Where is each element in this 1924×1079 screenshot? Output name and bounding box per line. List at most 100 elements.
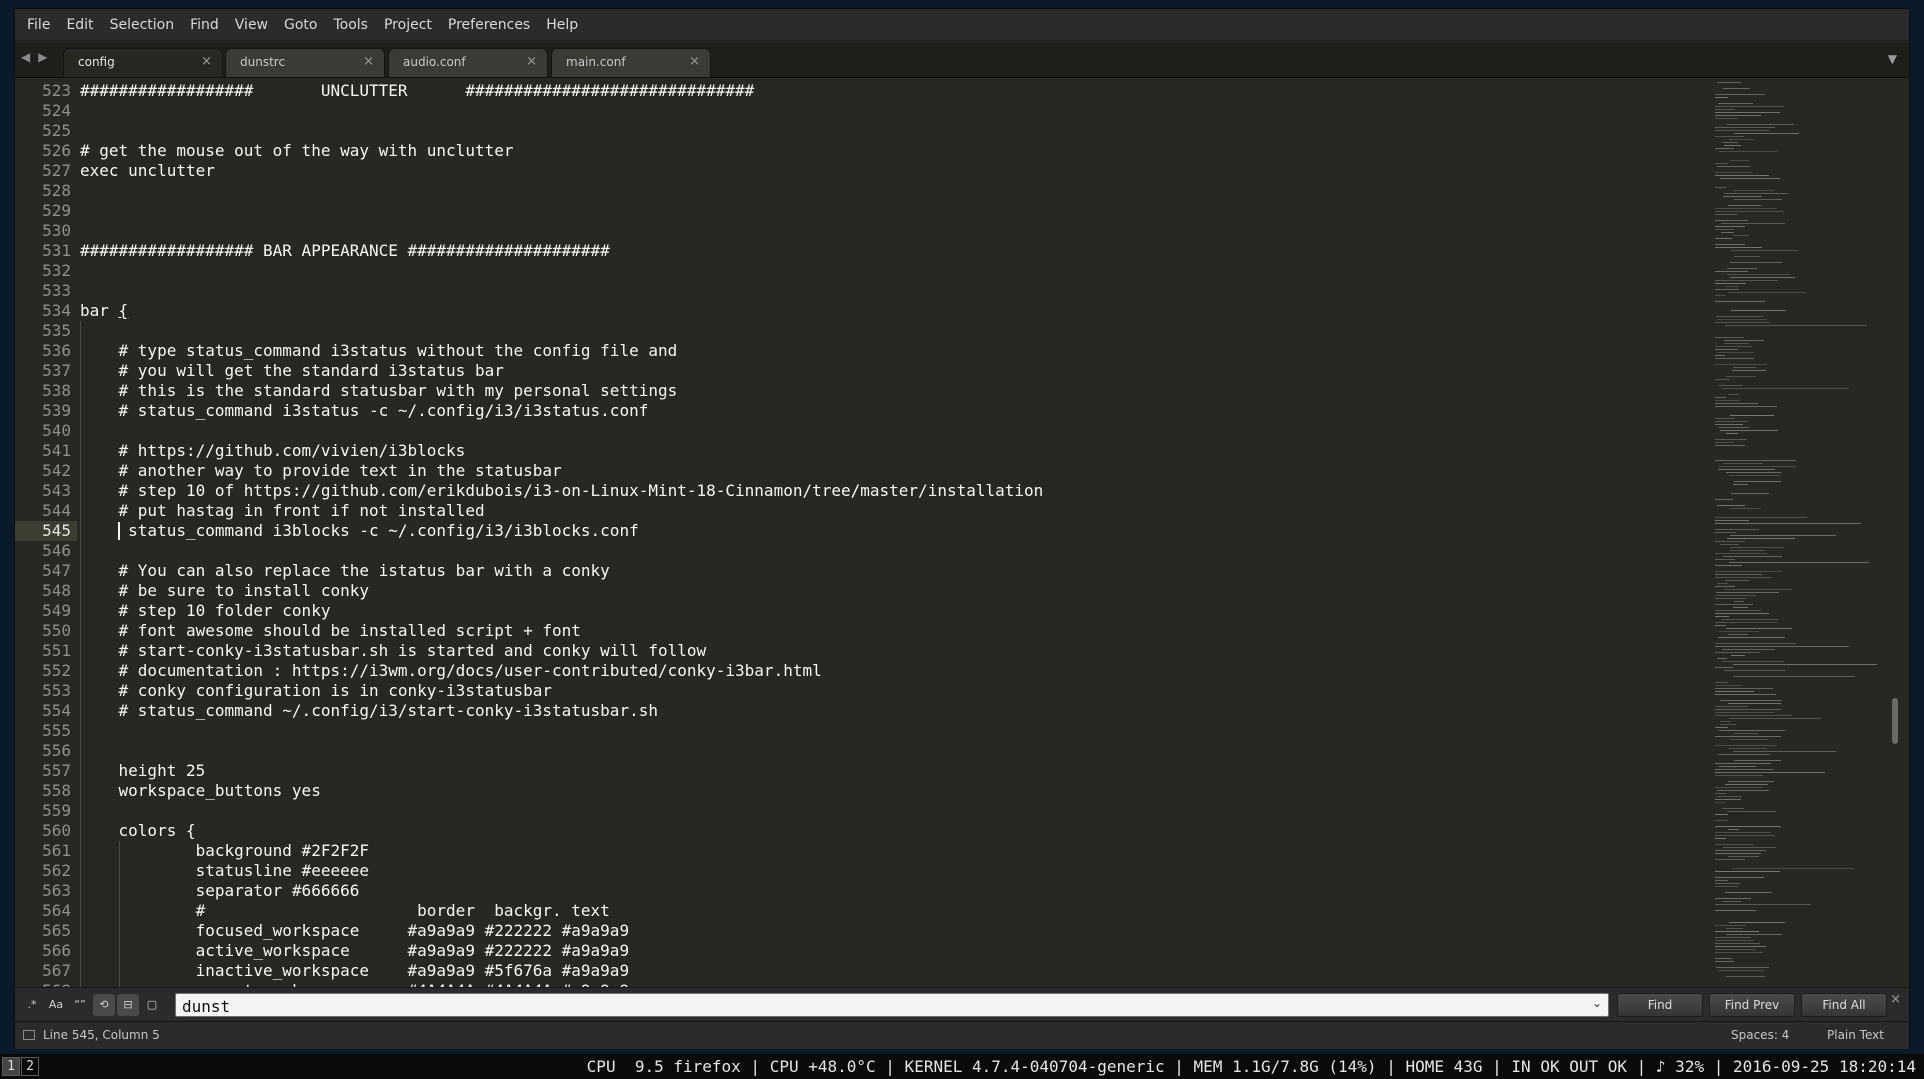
line-number: 545 — [42, 521, 71, 540]
find-input[interactable] — [180, 995, 1574, 1017]
minimap-line — [1715, 553, 1767, 554]
minimap-line — [1715, 439, 1747, 440]
case-sensitive-icon[interactable]: Aa — [45, 994, 67, 1016]
code-line[interactable]: # border backgr. text — [80, 901, 610, 921]
minimap-line — [1723, 847, 1776, 848]
code-line[interactable]: ################## BAR APPEARANCE ######… — [80, 241, 610, 261]
find-button[interactable]: Find — [1617, 993, 1703, 1017]
menu-goto[interactable]: Goto — [276, 9, 325, 41]
line-number: 551 — [42, 641, 71, 660]
tab-next-icon[interactable]: ▶ — [38, 50, 47, 64]
workspace-1[interactable]: 1 — [2, 1057, 20, 1076]
tab-prev-icon[interactable]: ◀ — [21, 50, 30, 64]
vertical-scrollbar[interactable] — [1889, 78, 1903, 987]
tab-close-icon[interactable]: × — [526, 54, 537, 69]
whole-word-icon[interactable]: “” — [69, 994, 91, 1016]
code-line[interactable]: # another way to provide text in the sta… — [80, 461, 562, 481]
minimap-line — [1715, 499, 1733, 500]
menu-help[interactable]: Help — [538, 9, 586, 41]
menu-find[interactable]: Find — [182, 9, 227, 41]
menu-edit[interactable]: Edit — [58, 9, 101, 41]
code-line[interactable]: inactive_workspace #a9a9a9 #5f676a #a9a9… — [80, 961, 629, 981]
menu-selection[interactable]: Selection — [102, 9, 183, 41]
minimap-line — [1715, 949, 1756, 950]
minimap-line — [1723, 556, 1782, 557]
code-editor[interactable]: 523 524 525 526 527 528 529 530 531 532 533 534 535 5… — [15, 78, 1909, 987]
minimap-line — [1734, 760, 1781, 761]
code-line[interactable]: status_command i3blocks -c ~/.config/i3/… — [80, 521, 639, 541]
code-line[interactable]: background #2F2F2F — [80, 841, 369, 861]
minimap-line — [1734, 601, 1744, 602]
find-history-dropdown-icon[interactable]: ⌄ — [1592, 996, 1602, 1010]
highlight-matches-icon[interactable]: ▢ — [141, 994, 163, 1016]
code-line[interactable]: # this is the standard statusbar with my… — [80, 381, 678, 401]
code-line[interactable]: # step 10 folder conky — [80, 601, 331, 621]
code-line[interactable]: # conky configuration is in conky-i3stat… — [80, 681, 552, 701]
code-line[interactable]: # get the mouse out of the way with uncl… — [80, 141, 513, 161]
indentation-setting[interactable]: Spaces: 4 — [1731, 1028, 1789, 1042]
code-line[interactable]: bar { — [80, 301, 128, 321]
code-line[interactable]: statusline #eeeeee — [80, 861, 369, 881]
minimap-line — [1719, 730, 1785, 731]
minimap-line — [1716, 316, 1763, 317]
code-line[interactable]: # You can also replace the istatus bar w… — [80, 561, 610, 581]
tab-main-conf[interactable]: main.conf × — [551, 48, 711, 77]
minimap-line — [1725, 580, 1749, 581]
menu-file[interactable]: File — [19, 9, 58, 41]
minimap-line — [1715, 691, 1754, 692]
minimap-line — [1715, 709, 1781, 710]
line-number: 549 — [42, 601, 71, 620]
tab-close-icon[interactable]: × — [689, 54, 700, 69]
scrollbar-thumb[interactable] — [1892, 698, 1898, 744]
menu-preferences[interactable]: Preferences — [440, 9, 538, 41]
code-line[interactable]: # documentation : https://i3wm.org/docs/… — [80, 661, 822, 681]
code-line[interactable]: # put hastag in front if not installed — [80, 501, 485, 521]
minimap-line — [1717, 796, 1742, 797]
panel-toggle-icon[interactable] — [23, 1030, 35, 1040]
code-line[interactable]: colors { — [80, 821, 196, 841]
code-line[interactable]: separator #666666 — [80, 881, 360, 901]
code-line[interactable]: # type status_command i3status without t… — [80, 341, 678, 361]
tab-close-icon[interactable]: × — [201, 54, 212, 69]
minimap-line — [1733, 235, 1749, 236]
syntax-setting[interactable]: Plain Text — [1827, 1028, 1884, 1042]
tab-config[interactable]: config × — [63, 48, 223, 77]
tab-overflow-icon[interactable]: ▼ — [1888, 52, 1897, 66]
tab-dunstrc[interactable]: dunstrc × — [225, 48, 385, 77]
minimap-line — [1715, 346, 1752, 347]
line-number: 530 — [42, 221, 71, 240]
code-line[interactable]: workspace_buttons yes — [80, 781, 321, 801]
code-line[interactable]: height 25 — [80, 761, 206, 781]
regex-icon[interactable]: .* — [21, 994, 43, 1016]
code-line[interactable]: focused_workspace #a9a9a9 #222222 #a9a9a… — [80, 921, 629, 941]
minimap-line — [1722, 808, 1744, 809]
in-selection-icon[interactable]: ⊟ — [117, 994, 139, 1016]
tab-audio-conf[interactable]: audio.conf × — [388, 48, 548, 77]
code-line[interactable]: # status_command i3status -c ~/.config/i… — [80, 401, 649, 421]
find-input-box[interactable]: ⌄ — [175, 993, 1609, 1017]
workspace-2[interactable]: 2 — [21, 1057, 39, 1076]
code-line[interactable]: active_workspace #a9a9a9 #222222 #a9a9a9 — [80, 941, 629, 961]
code-line[interactable]: exec unclutter — [80, 161, 215, 181]
tab-close-icon[interactable]: × — [363, 54, 374, 69]
minimap-line — [1725, 325, 1867, 326]
code-line[interactable]: ################## UNCLUTTER ###########… — [80, 81, 754, 101]
code-line[interactable]: # start-conky-i3statusbar.sh is started … — [80, 641, 707, 661]
find-all-button[interactable]: Find All — [1801, 993, 1887, 1017]
menu-tools[interactable]: Tools — [325, 9, 376, 41]
code-line[interactable]: # font awesome should be installed scrip… — [80, 621, 581, 641]
find-prev-button[interactable]: Find Prev — [1709, 993, 1795, 1017]
line-number: 562 — [42, 861, 71, 880]
find-panel-close-icon[interactable]: × — [1890, 992, 1901, 1007]
code-line[interactable]: # you will get the standard i3status bar — [80, 361, 504, 381]
minimap-line — [1726, 928, 1743, 929]
code-line[interactable]: # step 10 of https://github.com/erikdubo… — [80, 481, 1044, 501]
code-line[interactable]: # be sure to install conky — [80, 581, 369, 601]
menu-view[interactable]: View — [227, 9, 276, 41]
menu-project[interactable]: Project — [376, 9, 440, 41]
wrap-icon[interactable]: ⟲ — [93, 994, 115, 1016]
code-area[interactable]: ################## UNCLUTTER ###########… — [80, 78, 1740, 987]
code-line[interactable]: # https://github.com/vivien/i3blocks — [80, 441, 466, 461]
code-line[interactable]: # status_command ~/.config/i3/start-conk… — [80, 701, 658, 721]
minimap[interactable] — [1711, 78, 1881, 987]
